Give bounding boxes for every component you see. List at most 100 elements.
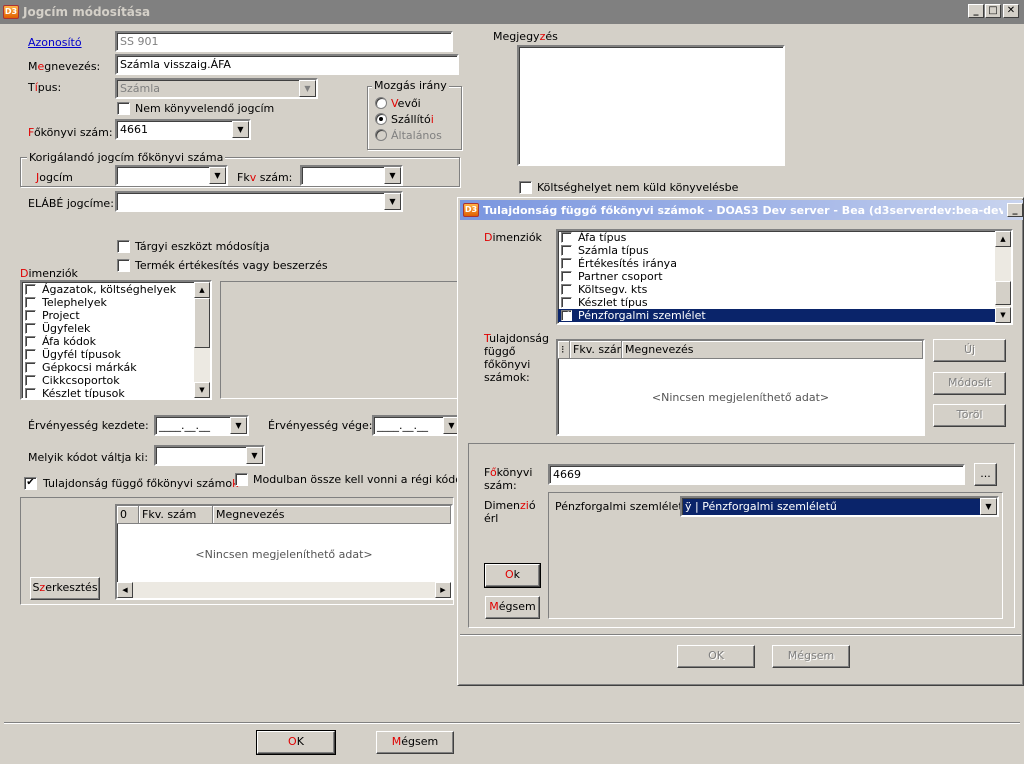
nem-konyvelendo-checkbox[interactable] — [117, 102, 130, 115]
list-item[interactable]: Számla típus — [558, 244, 1011, 257]
list-item-checkbox[interactable] — [25, 375, 36, 386]
dialog-dimenziok-scrollbar[interactable]: ▲ ▼ — [995, 231, 1011, 323]
scroll-thumb[interactable] — [194, 298, 210, 348]
torol-button[interactable]: Töröl — [933, 404, 1006, 427]
chevron-down-icon[interactable]: ▼ — [246, 447, 263, 464]
list-item-checkbox[interactable] — [561, 258, 572, 269]
list-item-checkbox[interactable] — [25, 284, 36, 295]
scroll-thumb[interactable] — [995, 281, 1011, 305]
list-item-checkbox[interactable] — [25, 388, 36, 398]
chevron-down-icon[interactable]: ▼ — [384, 167, 401, 184]
chevron-down-icon[interactable]: ▼ — [230, 417, 247, 434]
list-item[interactable]: Ágazatok, költséghelyek — [22, 283, 210, 296]
megjegyzes-textarea[interactable] — [517, 45, 785, 166]
scroll-up-icon[interactable]: ▲ — [194, 282, 210, 298]
dimenziok-scrollbar[interactable]: ▲ ▼ — [194, 282, 210, 398]
chevron-down-icon[interactable]: ▼ — [384, 193, 401, 210]
dialog-ok-button[interactable]: Ok — [484, 563, 541, 588]
elabe-combo[interactable]: ▼ — [115, 191, 403, 212]
targyi-eszkoz-checkbox[interactable] — [117, 240, 130, 253]
list-item[interactable]: Értékesítés iránya — [558, 257, 1011, 270]
azonosito-label[interactable]: Azonosító — [28, 36, 82, 49]
modosit-button[interactable]: Módosít — [933, 372, 1006, 395]
list-item[interactable]: Cikkcsoportok — [22, 374, 210, 387]
fokonyvi-szam-combo[interactable]: 4661 ▼ — [115, 119, 251, 140]
ervenyesseg-vege-combo[interactable]: ____.__.__ ▼ — [372, 415, 462, 436]
tipus-combo[interactable]: Számla ▼ — [115, 78, 318, 99]
list-item-checkbox[interactable] — [561, 284, 572, 295]
list-item-checkbox[interactable] — [561, 232, 572, 243]
list-item[interactable]: Partner csoport — [558, 270, 1011, 283]
list-item-checkbox[interactable]: ✔ — [561, 310, 572, 321]
modulban-checkbox[interactable] — [235, 473, 248, 486]
penzforgalmi-combo[interactable]: ÿ | Pénzforgalmi szemléletű ▼ — [680, 496, 999, 517]
dialog-footer-cancel-button[interactable]: Mégsem — [772, 645, 850, 668]
radio-vevoi[interactable] — [375, 97, 387, 109]
list-item-checkbox[interactable] — [25, 323, 36, 334]
list-item[interactable]: Ügyfelek — [22, 322, 210, 335]
szerkesztes-button[interactable]: Szerkesztés — [30, 577, 100, 600]
dialog-cancel-button[interactable]: Mégsem — [485, 596, 540, 619]
list-item[interactable]: Telephelyek — [22, 296, 210, 309]
list-item-checkbox[interactable] — [25, 310, 36, 321]
dialog-grid[interactable]: ⁝ Fkv. szám Megnevezés <Nincsen megjelen… — [556, 339, 925, 436]
grid-col-fkv[interactable]: Fkv. szám — [139, 506, 213, 524]
scroll-up-icon[interactable]: ▲ — [995, 231, 1011, 247]
list-item[interactable]: Project — [22, 309, 210, 322]
azonosito-field[interactable]: SS 901 — [115, 31, 453, 52]
dialog-fokonyvi-label: Főkönyvi szám: — [484, 466, 533, 492]
list-item-checkbox[interactable] — [561, 271, 572, 282]
list-item[interactable]: Áfa típus — [558, 231, 1011, 244]
melyik-kodot-combo[interactable]: ▼ — [154, 445, 265, 466]
list-item[interactable]: Áfa kódok — [22, 335, 210, 348]
dialog-minimize-button[interactable]: _ — [1007, 203, 1023, 217]
browse-button[interactable]: ... — [974, 463, 997, 486]
grid-hscrollbar[interactable]: ◀ ▶ — [117, 582, 451, 598]
maximize-button[interactable]: □ — [985, 4, 1001, 18]
radio-altalanos[interactable] — [375, 129, 387, 141]
scroll-down-icon[interactable]: ▼ — [194, 382, 210, 398]
grid-col-fkv[interactable]: Fkv. szám — [570, 341, 622, 359]
ok-button[interactable]: OK — [256, 730, 336, 755]
list-item-checkbox[interactable] — [25, 336, 36, 347]
radio-szallitoi[interactable] — [375, 113, 387, 125]
tulajdonsag-grid[interactable]: 0 Fkv. szám Megnevezés <Nincsen megjelen… — [115, 504, 453, 600]
list-item-selected[interactable]: ✔ Pénzforgalmi szemlélet — [558, 309, 995, 322]
tulajdonsag-fuggo-checkbox[interactable]: ✔ — [24, 477, 37, 490]
list-item-checkbox[interactable] — [561, 297, 572, 308]
grid-col-megnevezes[interactable]: Megnevezés — [213, 506, 451, 524]
list-item[interactable]: Készlet típus — [558, 296, 1011, 309]
chevron-down-icon[interactable]: ▼ — [980, 498, 997, 515]
dialog-footer-ok-button[interactable]: OK — [677, 645, 755, 668]
uj-button[interactable]: Új — [933, 339, 1006, 362]
termek-ertekesites-checkbox[interactable] — [117, 259, 130, 272]
list-item[interactable]: Költsegv. kts — [558, 283, 1011, 296]
chevron-down-icon[interactable]: ▼ — [209, 167, 226, 184]
chevron-down-icon[interactable]: ▼ — [232, 121, 249, 138]
ervenyesseg-kezdete-combo[interactable]: ____.__.__ ▼ — [154, 415, 249, 436]
scroll-left-icon[interactable]: ◀ — [117, 582, 133, 598]
list-item-checkbox[interactable] — [25, 349, 36, 360]
list-item[interactable]: Ügyfél típusok — [22, 348, 210, 361]
close-button[interactable]: ✕ — [1003, 4, 1019, 18]
fkv-szam-combo[interactable]: ▼ — [300, 165, 403, 186]
jogcim-combo[interactable]: ▼ — [115, 165, 228, 186]
dimenziok-listbox[interactable]: Ágazatok, költséghelyek Telephelyek Proj… — [20, 280, 212, 400]
grid-col-0[interactable]: 0 — [117, 506, 139, 524]
chevron-down-icon[interactable]: ▼ — [299, 80, 316, 97]
scroll-down-icon[interactable]: ▼ — [995, 307, 1011, 323]
list-item[interactable]: Gépkocsi márkák — [22, 361, 210, 374]
list-item-checkbox[interactable] — [25, 362, 36, 373]
dialog-dimenziok-listbox[interactable]: Áfa típus Számla típus Értékesítés irány… — [556, 229, 1013, 325]
dialog-fokonyvi-field[interactable]: 4669 — [548, 464, 965, 485]
scroll-right-icon[interactable]: ▶ — [435, 582, 451, 598]
grid-col-megnevezes[interactable]: Megnevezés — [622, 341, 923, 359]
megnevezes-field[interactable]: Számla visszaig.ÁFA — [115, 54, 459, 75]
minimize-button[interactable]: _ — [968, 4, 984, 18]
list-item-checkbox[interactable] — [25, 297, 36, 308]
koltseghelyet-checkbox[interactable] — [519, 181, 532, 194]
list-item[interactable]: Készlet típusok — [22, 387, 210, 398]
list-item-checkbox[interactable] — [561, 245, 572, 256]
cancel-button[interactable]: Mégsem — [376, 731, 454, 754]
grid-col-0[interactable]: ⁝ — [558, 341, 570, 359]
